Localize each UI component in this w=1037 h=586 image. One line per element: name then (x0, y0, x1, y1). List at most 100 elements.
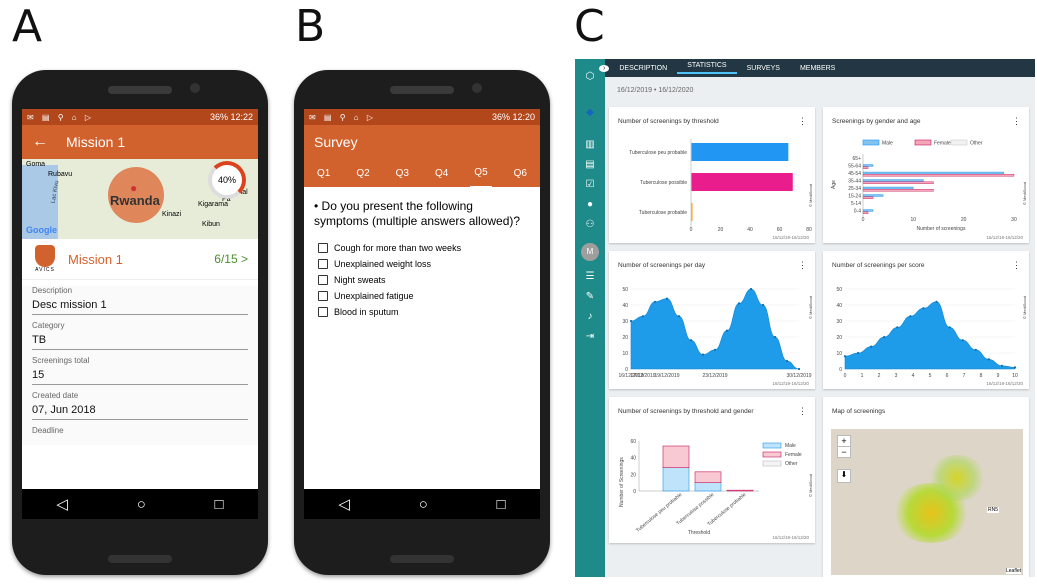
person-icon[interactable]: ● (575, 195, 605, 215)
legend-label: Male (785, 443, 796, 449)
bell-icon[interactable]: ♪ (575, 307, 605, 327)
collapse-icon[interactable]: › (599, 64, 610, 72)
avics-logo: AVICS (32, 245, 58, 273)
tick-label: 19/12/2019 (654, 373, 679, 379)
tick-label: 9 (997, 373, 1000, 379)
tab-surveys[interactable]: SURVEYS (737, 65, 790, 72)
logo-text: AVICS (35, 267, 55, 273)
zoom-out-button[interactable]: − (838, 447, 850, 457)
field-label: Deadline (32, 426, 64, 435)
tab-q1[interactable]: Q1 (313, 160, 334, 187)
tick-label: 0 (844, 373, 847, 379)
legend-swatch (950, 139, 968, 146)
legend-swatch (762, 442, 782, 449)
tick-label: 80 (806, 227, 812, 233)
recents-nav-icon[interactable]: □ (215, 496, 224, 513)
data-point (797, 367, 801, 371)
bar (694, 482, 722, 492)
tab-q3[interactable]: Q3 (392, 160, 413, 187)
bank-icon[interactable]: ▥ (575, 135, 605, 155)
bar (862, 186, 914, 190)
back-nav-icon[interactable]: ◁ (338, 495, 350, 513)
heatmap[interactable]: + − ⬇ RN5 Leaflet (831, 429, 1023, 575)
bottom-speaker (390, 555, 454, 563)
check-icon[interactable]: ☑ (575, 175, 605, 195)
option-label: Unexplained weight loss (334, 259, 432, 269)
date-footer: 16/12/19-16/12/20 (772, 381, 809, 386)
chart-gender-age: Male Female Other 65+ 55-6445-54 35-4425-34 15… (831, 139, 1027, 232)
data-point (922, 307, 925, 310)
checkbox[interactable] (318, 291, 328, 301)
tab-q5[interactable]: Q5 (470, 159, 492, 188)
checkbox[interactable] (318, 243, 328, 253)
android-nav-bar: ◁ ○ □ (304, 489, 540, 519)
question-text: • Do you present the following symptoms … (314, 199, 521, 228)
legend-label: Other (970, 141, 983, 147)
tab-q4[interactable]: Q4 (431, 160, 452, 187)
back-nav-icon[interactable]: ◁ (56, 495, 68, 513)
checkbox[interactable] (318, 307, 328, 317)
checkbox[interactable] (318, 275, 328, 285)
panel-label-c: C (574, 1, 605, 52)
group-icon[interactable]: ⚇ (575, 215, 605, 235)
gavel-icon[interactable]: ✎ (575, 287, 605, 307)
data-point (785, 359, 789, 363)
data-point (883, 335, 886, 339)
tick-label: 10 (622, 351, 628, 357)
tick-label: 40 (630, 456, 636, 462)
credit: © MediScout (1022, 295, 1027, 319)
mission-screen: ✉ ▤ ⚲ ⌂ ▷ 36% 12:22 ← Mission 1 Lac Kivu… (22, 109, 258, 519)
tick-label: 0 (839, 367, 842, 373)
bar (862, 164, 874, 167)
download-icon[interactable]: ⬇ (837, 469, 851, 483)
panel-label-b: B (295, 1, 326, 52)
tab-q2[interactable]: Q2 (352, 160, 373, 187)
chart-icon[interactable]: ▤ (575, 155, 605, 175)
field-label: Category (32, 321, 65, 330)
home-nav-icon[interactable]: ○ (419, 496, 428, 513)
bar (662, 445, 690, 468)
sliders-icon[interactable]: ☰ (575, 267, 605, 287)
data-point (725, 329, 729, 332)
tab-members[interactable]: MEMBERS (790, 65, 845, 72)
option-night-sweats[interactable]: Night sweats (318, 275, 526, 285)
tab-q6[interactable]: Q6 (510, 160, 531, 187)
option-label: Night sweats (334, 275, 386, 285)
logout-icon[interactable]: ⇥ (575, 327, 605, 347)
option-cough[interactable]: Cough for more than two weeks (318, 243, 526, 253)
date-range[interactable]: 16/12/2019 • 16/12/2020 (617, 87, 693, 94)
avatar[interactable]: M (581, 243, 599, 261)
app-bar: ← Mission 1 (22, 125, 258, 159)
home-nav-icon[interactable]: ○ (137, 496, 146, 513)
credit: © MediScout (808, 183, 813, 207)
tab-description[interactable]: DESCRIPTION (609, 65, 677, 72)
option-blood-sputum[interactable]: Blood in sputum (318, 307, 526, 317)
date-footer: 16/12/19-16/12/20 (772, 235, 809, 240)
option-fatigue[interactable]: Unexplained fatigue (318, 291, 526, 301)
tick-label: 50 (836, 287, 842, 293)
data-point (856, 351, 860, 355)
age-label: 45-54 (848, 171, 861, 177)
progress-text: 40% (217, 175, 236, 185)
recents-nav-icon[interactable]: □ (497, 496, 506, 513)
mission-map[interactable]: Lac Kivu Goma Rubavu ● Rwanda Kigarama N… (22, 159, 258, 239)
data-point (761, 303, 765, 307)
card-gender-age: Screenings by gender and age ⋮ Male Femal… (823, 107, 1029, 243)
back-arrow-icon[interactable]: ← (32, 133, 48, 151)
zoom-in-button[interactable]: + (838, 436, 850, 447)
tick-label: 30 (1011, 217, 1017, 223)
tab-statistics[interactable]: STATISTICS (677, 62, 737, 74)
bar (862, 181, 934, 184)
tick-label: 20 (836, 335, 842, 341)
checkbox[interactable] (318, 259, 328, 269)
option-weight-loss[interactable]: Unexplained weight loss (318, 259, 526, 269)
clock: 12:20 (512, 112, 535, 122)
statistics-dashboard: ⬡ ◆ ▥ ▤ ☑ ● ⚇ M ☰ ✎ ♪ ⇥ › DESCRIPTION ST… (575, 59, 1035, 577)
data-point (665, 297, 669, 300)
mission-header[interactable]: AVICS Mission 1 6/15 > (22, 239, 258, 280)
bar (862, 188, 934, 192)
legend-label: Other (785, 461, 798, 467)
card-map: Map of screenings + − ⬇ RN5 Leaflet (823, 397, 1029, 577)
map-label-kibun: Kibun (202, 221, 220, 228)
bar (862, 171, 1005, 175)
